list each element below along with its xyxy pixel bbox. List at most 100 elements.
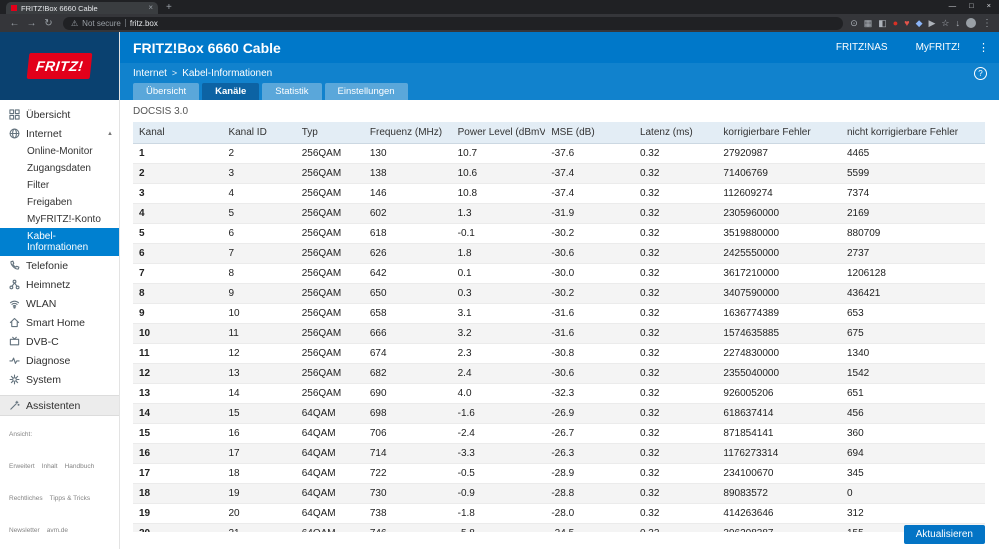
breadcrumb-section[interactable]: Internet: [133, 68, 167, 79]
tab-einstellungen[interactable]: Einstellungen: [324, 83, 408, 100]
cell-kanal: 3: [133, 183, 223, 204]
cell-latenz-ms: 0.32: [633, 163, 718, 184]
cell-latenz-ms: 0.32: [633, 363, 718, 384]
maximize-icon[interactable]: □: [969, 1, 974, 10]
shield-icon[interactable]: ◆: [916, 18, 923, 28]
sidebar-item-zugangsdaten[interactable]: Zugangsdaten: [0, 160, 119, 177]
help-icon[interactable]: ?: [974, 66, 987, 80]
cell-power-level-dbmv: -0.5: [451, 463, 546, 484]
cell-frequenz-mhz: 666: [363, 323, 452, 344]
cell-korrigierbare-fehler: 3617210000: [717, 263, 841, 284]
cell-kanal: 1: [133, 143, 223, 164]
content-footer: Aktualisieren: [903, 524, 985, 544]
sidebar-item-online-monitor[interactable]: Online-Monitor: [0, 143, 119, 160]
cell-kanal: 10: [133, 323, 223, 344]
cell-frequenz-mhz: 650: [363, 283, 452, 304]
table-row: 14 15 64QAM 698 -1.6 -26.9 0.32 618637414 456: [133, 403, 985, 424]
sidebar-item-label: System: [26, 373, 62, 386]
search-icon[interactable]: ⊙: [850, 18, 858, 28]
cell-kanal-id: 18: [222, 463, 296, 484]
back-icon[interactable]: ←: [7, 18, 22, 29]
cell-latenz-ms: 0.32: [633, 283, 718, 304]
star-icon[interactable]: ☆: [941, 18, 949, 28]
footer-link-inhalt[interactable]: Inhalt: [42, 463, 58, 470]
sidebar-item-freigaben[interactable]: Freigaben: [0, 194, 119, 211]
footer-link-tipps-tricks[interactable]: Tipps & Tricks: [50, 495, 91, 502]
table-row: 7 8 256QAM 642 0.1 -30.0 0.32 3617210000 1206128: [133, 263, 985, 284]
breadcrumb-separator: >: [171, 68, 178, 78]
footer-link-avm-de[interactable]: avm.de: [47, 527, 68, 534]
cell-kanal: 15: [133, 423, 223, 444]
footer-link-rechtliches[interactable]: Rechtliches: [9, 495, 43, 502]
cell-typ: 256QAM: [295, 203, 364, 224]
sidebar-item-dvb-c[interactable]: DVB-C: [0, 332, 119, 351]
cell-nicht-korrigierbare-fehler: 456: [840, 403, 985, 424]
send-icon[interactable]: ▶: [929, 18, 936, 28]
sidebar-item-diagnose[interactable]: Diagnose: [0, 351, 119, 370]
close-icon[interactable]: ×: [987, 1, 991, 10]
channel-table-header-row: Kanal Kanal ID Typ Frequenz (MHz) Power Leve…: [133, 122, 985, 144]
cell-korrigierbare-fehler: 1176273314: [717, 443, 841, 464]
header-link-myfritz[interactable]: MyFRITZ!: [916, 42, 960, 53]
table-row: 4 5 256QAM 602 1.3 -31.9 0.32 2305960000 2169: [133, 203, 985, 224]
header-link-fritz-nas[interactable]: FRITZ!NAS: [836, 42, 888, 53]
cell-kanal: 7: [133, 263, 223, 284]
tab-close-icon[interactable]: ×: [148, 4, 153, 12]
reload-icon[interactable]: ↻: [41, 18, 56, 29]
refresh-button[interactable]: Aktualisieren: [903, 525, 985, 544]
minimize-icon[interactable]: —: [949, 1, 957, 10]
sidebar-item-myfritz-konto[interactable]: MyFRITZ!-Konto: [0, 211, 119, 228]
channel-table-viewport[interactable]: Kanal Kanal ID Typ Frequenz (MHz) Power Leve…: [133, 122, 985, 532]
profile-avatar[interactable]: [966, 18, 976, 28]
header-menu-icon[interactable]: ⋮: [978, 41, 989, 54]
tab-bersicht[interactable]: Übersicht: [133, 83, 200, 100]
cell-frequenz-mhz: 730: [363, 483, 452, 504]
browser-tab[interactable]: FRITZ!Box 6660 Cable ×: [6, 2, 158, 14]
sidebar: FRITZ! Übersicht Internet ▲ Online-Monitor Z…: [0, 32, 120, 549]
sidebar-item-assistenten[interactable]: Assistenten: [0, 395, 119, 416]
cell-korrigierbare-fehler: 112609274: [717, 183, 841, 204]
system-icon: [9, 374, 20, 385]
channel-table-body: 1 2 256QAM 130 10.7 -37.6 0.32 27920987 4465 2 3 25…: [133, 143, 985, 532]
tab-kan-le[interactable]: Kanäle: [202, 83, 260, 100]
cell-korrigierbare-fehler: 89083572: [717, 483, 841, 504]
sidebar-item-telefonie[interactable]: Telefonie: [0, 256, 119, 275]
cell-korrigierbare-fehler: 396208387: [717, 523, 841, 532]
sidebar-item-smart-home[interactable]: Smart Home: [0, 313, 119, 332]
sidebar-item-kabel-informationen[interactable]: Kabel-Informationen: [0, 228, 119, 256]
cell-kanal-id: 9: [222, 283, 296, 304]
record-icon[interactable]: ●: [893, 18, 898, 28]
cell-power-level-dbmv: 3.2: [451, 323, 546, 344]
footer-link-ansicht-erweitert[interactable]: Ansicht: Erweitert: [9, 431, 35, 470]
content: DOCSIS 3.0 Kanal Kanal ID Typ Frequenz (MHz…: [120, 100, 999, 549]
heart-icon[interactable]: ♥: [904, 18, 909, 28]
camera-icon[interactable]: ◧: [878, 18, 887, 28]
footer-link-newsletter[interactable]: Newsletter: [9, 527, 40, 534]
browser-menu-icon[interactable]: ⋮: [982, 18, 992, 29]
sidebar-item-filter[interactable]: Filter: [0, 177, 119, 194]
forward-icon[interactable]: →: [24, 18, 39, 29]
sidebar-item-bersicht[interactable]: Übersicht: [0, 105, 119, 124]
sidebar-item-internet[interactable]: Internet ▲: [0, 124, 119, 143]
new-tab-button[interactable]: +: [166, 2, 172, 13]
address-bar[interactable]: ⚠ Not secure fritz.box: [63, 16, 844, 30]
sidebar-item-wlan[interactable]: WLAN: [0, 294, 119, 313]
cell-power-level-dbmv: 1.8: [451, 243, 546, 264]
cell-kanal-id: 4: [222, 183, 296, 204]
sidebar-item-heimnetz[interactable]: Heimnetz: [0, 275, 119, 294]
sidebar-item-system[interactable]: System: [0, 370, 119, 389]
column-header-kanal-id: Kanal ID: [222, 122, 296, 144]
cell-frequenz-mhz: 714: [363, 443, 452, 464]
fritz-logo[interactable]: FRITZ!: [0, 32, 119, 100]
cell-latenz-ms: 0.32: [633, 503, 718, 524]
cell-mse-db: -31.6: [545, 323, 634, 344]
download-icon[interactable]: ↓: [956, 18, 961, 28]
cell-kanal: 6: [133, 243, 223, 264]
cell-power-level-dbmv: 0.3: [451, 283, 546, 304]
cell-kanal-id: 21: [222, 523, 296, 532]
grid-icon[interactable]: ▦: [864, 18, 873, 28]
tab-statistik[interactable]: Statistik: [262, 83, 322, 100]
smart-home-icon: [9, 317, 20, 328]
footer-link-handbuch[interactable]: Handbuch: [65, 463, 95, 470]
cell-latenz-ms: 0.32: [633, 243, 718, 264]
